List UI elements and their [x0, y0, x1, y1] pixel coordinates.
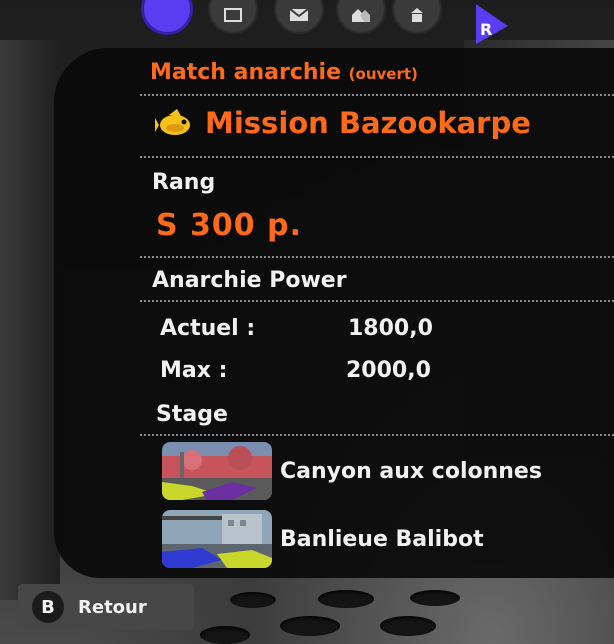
match-mode-title: Match anarchie (ouvert) [150, 60, 418, 85]
tab-shop[interactable] [394, 0, 440, 32]
power-current-label: Actuel : [160, 316, 256, 341]
back-button-label: Retour [78, 596, 147, 618]
tab-mail[interactable] [276, 0, 322, 32]
tab-map[interactable] [210, 0, 256, 32]
mission-heading: Mission Bazookarpe [155, 106, 531, 140]
divider [140, 256, 614, 258]
b-button-icon: B [32, 591, 64, 623]
floor-hole [410, 590, 460, 606]
stage-label: Stage [156, 402, 228, 427]
tab-friends[interactable] [338, 0, 384, 32]
balibot-thumbnail-image [162, 510, 272, 568]
floor-hole [230, 592, 276, 608]
back-button[interactable]: B Retour [18, 584, 194, 630]
friends-icon [352, 9, 370, 22]
tab-active[interactable] [144, 0, 190, 32]
mail-icon [289, 8, 309, 21]
shop-icon [411, 8, 423, 22]
top-navigation-bar: R [0, 0, 614, 44]
background-wall-left [0, 40, 60, 600]
match-mode-state: (ouvert) [348, 65, 418, 83]
stage-item: Canyon aux colonnes [162, 442, 542, 500]
floor-hole [200, 626, 250, 644]
map-icon [224, 8, 242, 22]
power-current-value: 1800,0 [348, 316, 433, 341]
rank-value: S 300 p. [156, 208, 302, 243]
canyon-thumbnail-image [162, 442, 272, 500]
divider [140, 300, 614, 302]
mission-name: Mission Bazookarpe [205, 106, 531, 140]
match-mode: Match anarchie [150, 60, 341, 85]
r-shoulder-tag[interactable]: R [474, 4, 510, 44]
rank-label: Rang [152, 170, 216, 195]
stage-thumbnail [162, 442, 272, 500]
stage-item: Banlieue Balibot [162, 510, 484, 568]
power-max-value: 2000,0 [346, 358, 431, 383]
stage-name: Canyon aux colonnes [280, 458, 542, 484]
floor-hole [318, 590, 374, 608]
stage-name: Banlieue Balibot [280, 526, 484, 552]
power-label: Anarchie Power [152, 268, 347, 293]
bazookarpe-icon [155, 109, 190, 135]
divider [140, 94, 614, 96]
floor-hole [380, 616, 436, 636]
divider [140, 434, 614, 436]
stage-thumbnail [162, 510, 272, 568]
floor-hole [280, 616, 340, 636]
power-max-label: Max : [160, 358, 228, 383]
divider [140, 156, 614, 158]
svg-text:R: R [480, 20, 492, 39]
